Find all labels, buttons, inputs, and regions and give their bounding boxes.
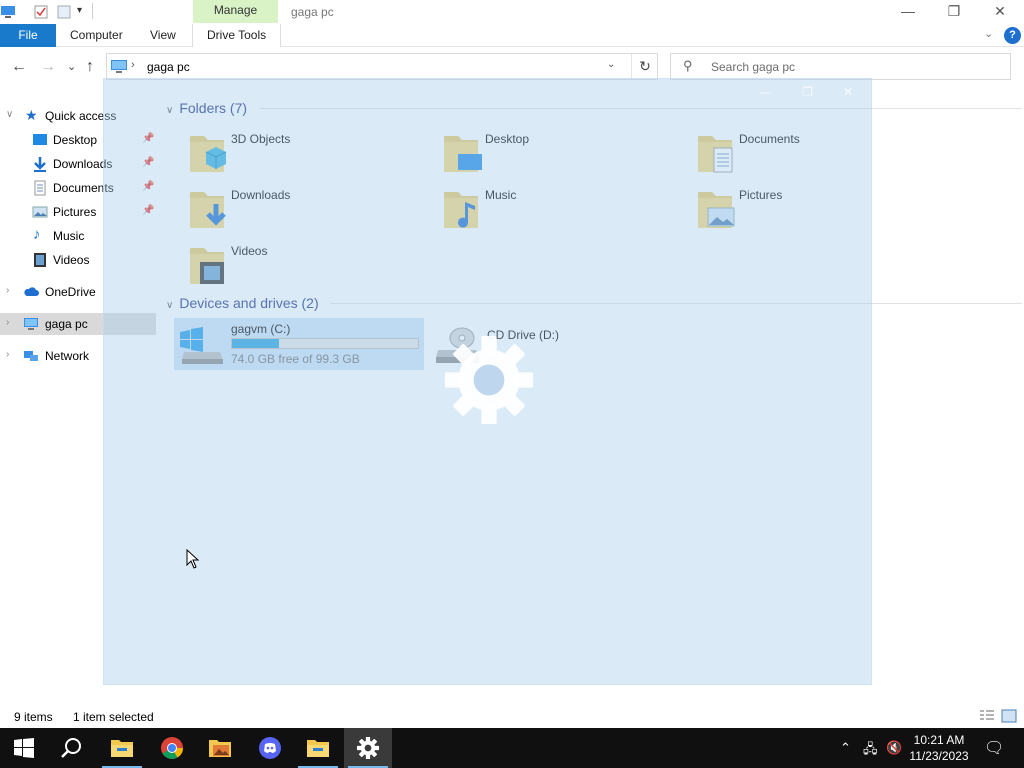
taskbar: ⌃ 🖧 🔇 10:21 AM 11/23/2023 🗨 [0, 728, 1024, 768]
chevron-down-icon[interactable]: ⌄ [984, 27, 993, 40]
documents-icon [34, 180, 46, 196]
taskbar-file-explorer[interactable] [98, 728, 146, 768]
tab-file[interactable]: File [0, 24, 56, 47]
this-pc-icon [24, 318, 38, 330]
desktop-icon [33, 134, 47, 145]
restore-button[interactable]: ❐ [931, 0, 977, 24]
back-button[interactable]: ← [11, 58, 27, 76]
recent-locations-button[interactable]: ⌄ [67, 60, 76, 73]
tab-computer[interactable]: Computer [70, 24, 123, 47]
tab-view[interactable]: View [150, 24, 176, 47]
photos-icon [209, 740, 231, 757]
notifications-icon[interactable]: 🗨 [984, 738, 1004, 758]
this-pc-icon [111, 60, 127, 73]
chevron-up-icon[interactable]: ⌃ [840, 740, 851, 756]
taskbar-discord[interactable] [246, 728, 294, 768]
item-count: 9 items [14, 710, 53, 724]
taskbar-settings[interactable] [344, 728, 392, 768]
chevron-right-icon[interactable]: › [6, 349, 9, 360]
new-folder-icon[interactable] [56, 4, 72, 20]
pictures-icon [32, 206, 48, 218]
taskbar-photos[interactable] [196, 728, 244, 768]
window-title: gaga pc [291, 5, 334, 19]
ribbon-tabs: File Computer View Drive Tools ⌄ ? [0, 24, 1024, 47]
up-button[interactable]: ↑ [86, 58, 94, 76]
properties-icon[interactable] [33, 4, 49, 20]
close-button[interactable]: ✕ [977, 0, 1023, 24]
file-explorer-icon [307, 740, 329, 757]
status-bar: 9 items 1 item selected [0, 706, 1024, 728]
address-bar[interactable]: › gaga pc ⌄ [106, 53, 658, 80]
search-placeholder: Search gaga pc [711, 60, 796, 74]
help-icon[interactable]: ? [1004, 27, 1021, 44]
videos-icon [34, 253, 46, 267]
settings-window-overlay: — ❐ ✕ [103, 78, 872, 685]
address-dropdown-icon[interactable]: ⌄ [607, 59, 615, 70]
downloads-icon [34, 157, 46, 172]
start-button[interactable] [0, 728, 48, 768]
search-icon: ⚲ [683, 58, 693, 73]
network-tray-icon[interactable]: 🖧 [863, 740, 878, 762]
sidebar-item-label: Desktop [53, 133, 98, 147]
tab-drive-tools[interactable]: Drive Tools [192, 24, 282, 47]
title-bar: ▾ Manage gaga pc — ❐ ✕ [0, 0, 1024, 24]
volume-muted-icon[interactable]: 🔇 [886, 740, 902, 756]
tab-manage[interactable]: Manage [193, 0, 278, 23]
settings-icon [356, 736, 380, 760]
star-icon: ★ [25, 107, 38, 123]
overlay-window-controls: — ❐ ✕ [760, 85, 853, 99]
sidebar-item-label: Videos [53, 253, 90, 267]
sidebar-item-label: Pictures [53, 205, 97, 219]
breadcrumb[interactable]: gaga pc [147, 60, 190, 74]
search-input[interactable]: ⚲ Search gaga pc [670, 53, 1011, 80]
forward-button[interactable]: → [40, 58, 56, 76]
taskbar-search-button[interactable] [48, 728, 96, 768]
search-icon [61, 738, 81, 758]
this-pc-icon [1, 6, 15, 18]
breadcrumb-chevron-icon[interactable]: › [131, 59, 135, 71]
refresh-button[interactable]: ↻ [631, 54, 658, 79]
sidebar-item-label: gaga pc [45, 317, 88, 331]
music-icon: ♪ [33, 226, 41, 243]
cloud-icon [24, 287, 39, 296]
sidebar-item-label: Music [53, 229, 85, 243]
chevron-right-icon[interactable]: › [6, 285, 9, 296]
clock-time: 10:21 AM [913, 733, 965, 747]
mouse-cursor-icon [186, 549, 200, 569]
customize-qat-icon[interactable]: ▾ [77, 5, 82, 16]
chevron-right-icon[interactable]: › [6, 317, 9, 328]
discord-icon [259, 737, 281, 759]
selection-count: 1 item selected [73, 710, 154, 724]
taskbar-file-explorer-2[interactable] [294, 728, 342, 768]
sidebar-item-label: OneDrive [45, 285, 96, 299]
file-explorer-icon [111, 740, 133, 757]
minimize-button[interactable]: — [885, 0, 931, 24]
clock[interactable]: 10:21 AM 11/23/2023 [906, 732, 972, 764]
taskbar-chrome[interactable] [148, 728, 196, 768]
chevron-down-icon[interactable]: ∨ [6, 109, 13, 120]
details-view-icon[interactable] [979, 709, 995, 723]
large-icons-view-icon[interactable] [1001, 709, 1017, 723]
sidebar-item-label: Network [45, 349, 90, 363]
network-icon [24, 351, 38, 361]
settings-gear-icon [444, 335, 534, 425]
clock-date: 11/23/2023 [909, 749, 969, 763]
start-icon [14, 738, 34, 758]
chrome-icon [161, 737, 183, 759]
divider [92, 3, 93, 19]
